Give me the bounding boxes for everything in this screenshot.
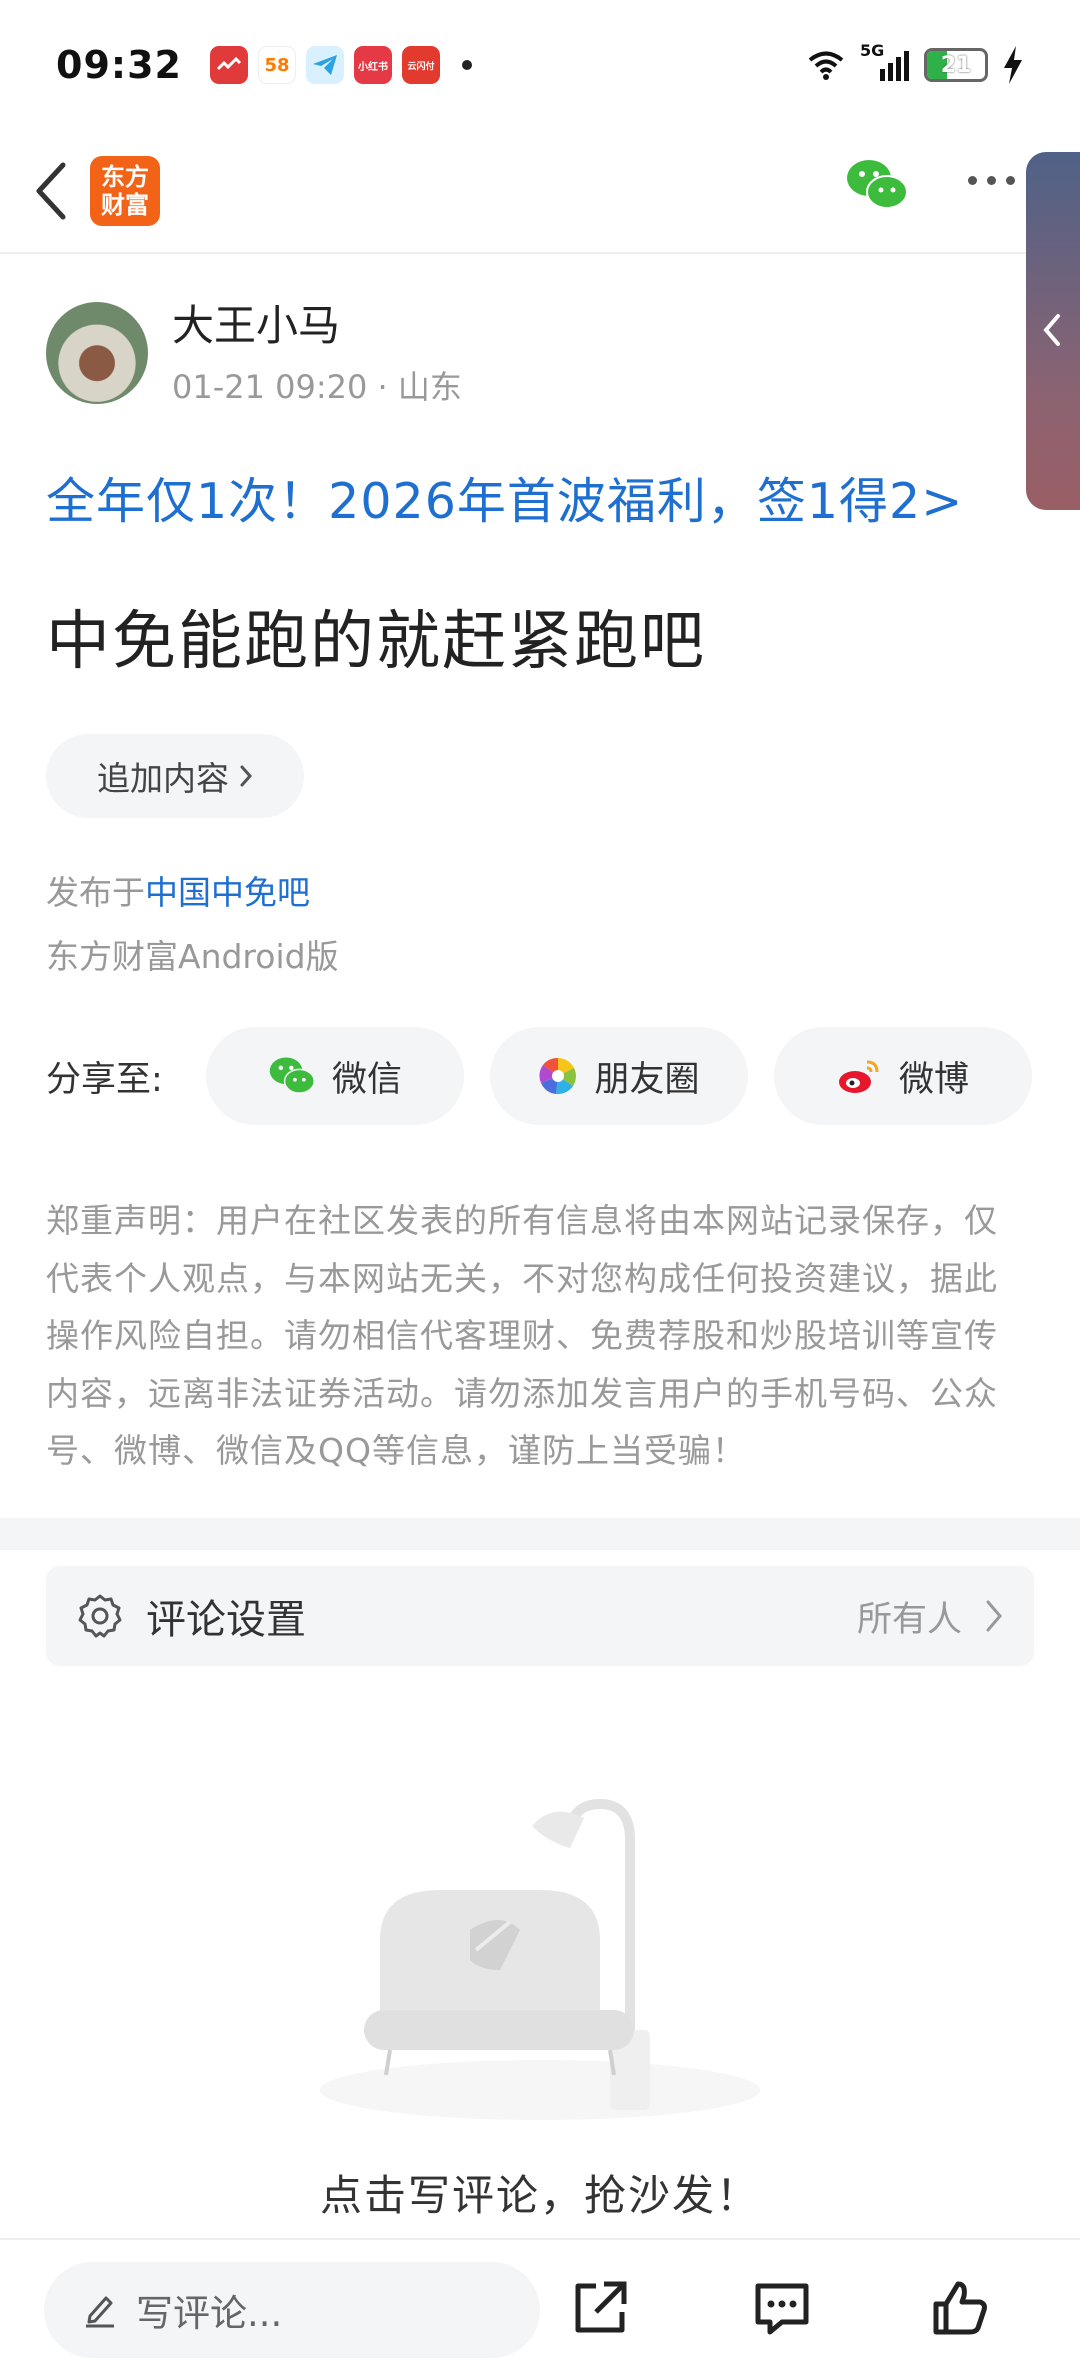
comment-bubble-icon bbox=[755, 2283, 809, 2335]
client-source: 东方财富Android版 bbox=[46, 937, 339, 976]
charging-icon bbox=[1004, 46, 1022, 84]
status-right: 5G 21 bbox=[806, 41, 1024, 85]
wechat-icon bbox=[269, 1057, 315, 1094]
more-dot-icon bbox=[987, 176, 996, 185]
more-dot-icon bbox=[1006, 176, 1015, 185]
append-content-button[interactable]: 追加内容 bbox=[46, 734, 304, 818]
chevron-right-icon bbox=[986, 1600, 1002, 1632]
share-moments-label: 朋友圈 bbox=[594, 1059, 700, 1100]
chevron-left-icon bbox=[36, 162, 66, 220]
comment-input-placeholder: 写评论... bbox=[136, 2292, 283, 2335]
empty-comments-prompt[interactable]: 点击写评论，抢沙发！ bbox=[0, 2162, 1080, 2223]
section-divider bbox=[0, 1518, 1080, 1550]
status-app-icons: 58 小红书 云闪付 bbox=[209, 46, 472, 84]
moments-icon bbox=[539, 1057, 577, 1095]
append-content-label: 追加内容 bbox=[97, 759, 229, 798]
avatar[interactable] bbox=[46, 302, 148, 404]
comment-button[interactable] bbox=[752, 2278, 812, 2342]
author-block[interactable]: 大王小马 01-21 09:20 · 山东 bbox=[46, 298, 462, 408]
app-xiaohongshu-icon: 小红书 bbox=[353, 46, 392, 84]
gear-icon bbox=[78, 1594, 122, 1638]
post-meta: 01-21 09:20 · 山东 bbox=[172, 368, 462, 406]
wechat-share-button[interactable] bbox=[845, 158, 909, 216]
chevron-right-icon bbox=[240, 765, 253, 787]
top-nav-bar: 东方 财富 bbox=[0, 130, 1080, 254]
back-button[interactable] bbox=[16, 151, 86, 231]
published-in: 发布于中国中免吧 bbox=[46, 866, 310, 914]
floating-side-tab[interactable] bbox=[1026, 152, 1080, 510]
thumbs-up-icon bbox=[933, 2281, 987, 2335]
published-prefix: 发布于 bbox=[46, 873, 145, 912]
share-label: 分享至: bbox=[46, 1059, 163, 1100]
pencil-icon bbox=[86, 2296, 114, 2328]
eastmoney-logo[interactable]: 东方 财富 bbox=[90, 156, 160, 226]
share-weibo-button[interactable]: 微博 bbox=[774, 1027, 1032, 1125]
more-options-button[interactable] bbox=[968, 176, 1015, 185]
promo-banner-link[interactable]: 全年仅1次！2026年首波福利，签1得2> bbox=[46, 462, 963, 533]
share-button[interactable] bbox=[570, 2278, 630, 2342]
wifi-icon bbox=[808, 51, 844, 80]
bottom-action-bar: 写评论... bbox=[0, 2238, 1080, 2376]
share-weibo-label: 微博 bbox=[898, 1059, 969, 1100]
app-58-icon: 58 bbox=[257, 46, 296, 84]
comment-settings-label: 评论设置 bbox=[146, 1597, 306, 1643]
share-row: 分享至: 微信 朋友圈 微博 bbox=[46, 1026, 1034, 1126]
comment-settings-value: 所有人 bbox=[856, 1599, 962, 1640]
post-title: 中免能跑的就赶紧跑吧 bbox=[46, 605, 706, 679]
weibo-icon bbox=[838, 1060, 879, 1093]
share-moments-button[interactable]: 朋友圈 bbox=[490, 1027, 748, 1125]
like-button[interactable] bbox=[930, 2278, 990, 2342]
app-red-icon bbox=[209, 46, 248, 84]
comment-input[interactable]: 写评论... bbox=[44, 2262, 540, 2358]
disclaimer-text: 郑重声明：用户在社区发表的所有信息将由本网站记录保存，仅代表个人观点，与本网站无… bbox=[46, 1201, 998, 1470]
app-yunshanfu-icon: 云闪付 bbox=[401, 46, 440, 84]
more-dot-icon bbox=[968, 176, 977, 185]
app-telegram-icon bbox=[305, 46, 344, 84]
share-wechat-button[interactable]: 微信 bbox=[206, 1027, 464, 1125]
empty-sofa-illustration bbox=[300, 1790, 800, 2134]
cellular-signal-icon: 5G bbox=[860, 41, 910, 85]
share-wechat-label: 微信 bbox=[331, 1059, 402, 1100]
wechat-icon bbox=[847, 160, 908, 209]
share-out-icon bbox=[575, 2281, 627, 2333]
bar-link[interactable]: 中国中免吧 bbox=[145, 873, 310, 912]
comment-settings-row[interactable]: 评论设置 所有人 bbox=[46, 1566, 1034, 1666]
chevron-left-icon bbox=[1043, 314, 1060, 346]
more-notifications-dot bbox=[461, 60, 472, 70]
status-time: 09:32 bbox=[56, 43, 182, 87]
author-name[interactable]: 大王小马 bbox=[172, 298, 462, 354]
battery-icon: 21 bbox=[924, 48, 988, 82]
status-bar: 09:32 58 小红书 云闪付 5G 21 bbox=[0, 0, 1080, 130]
